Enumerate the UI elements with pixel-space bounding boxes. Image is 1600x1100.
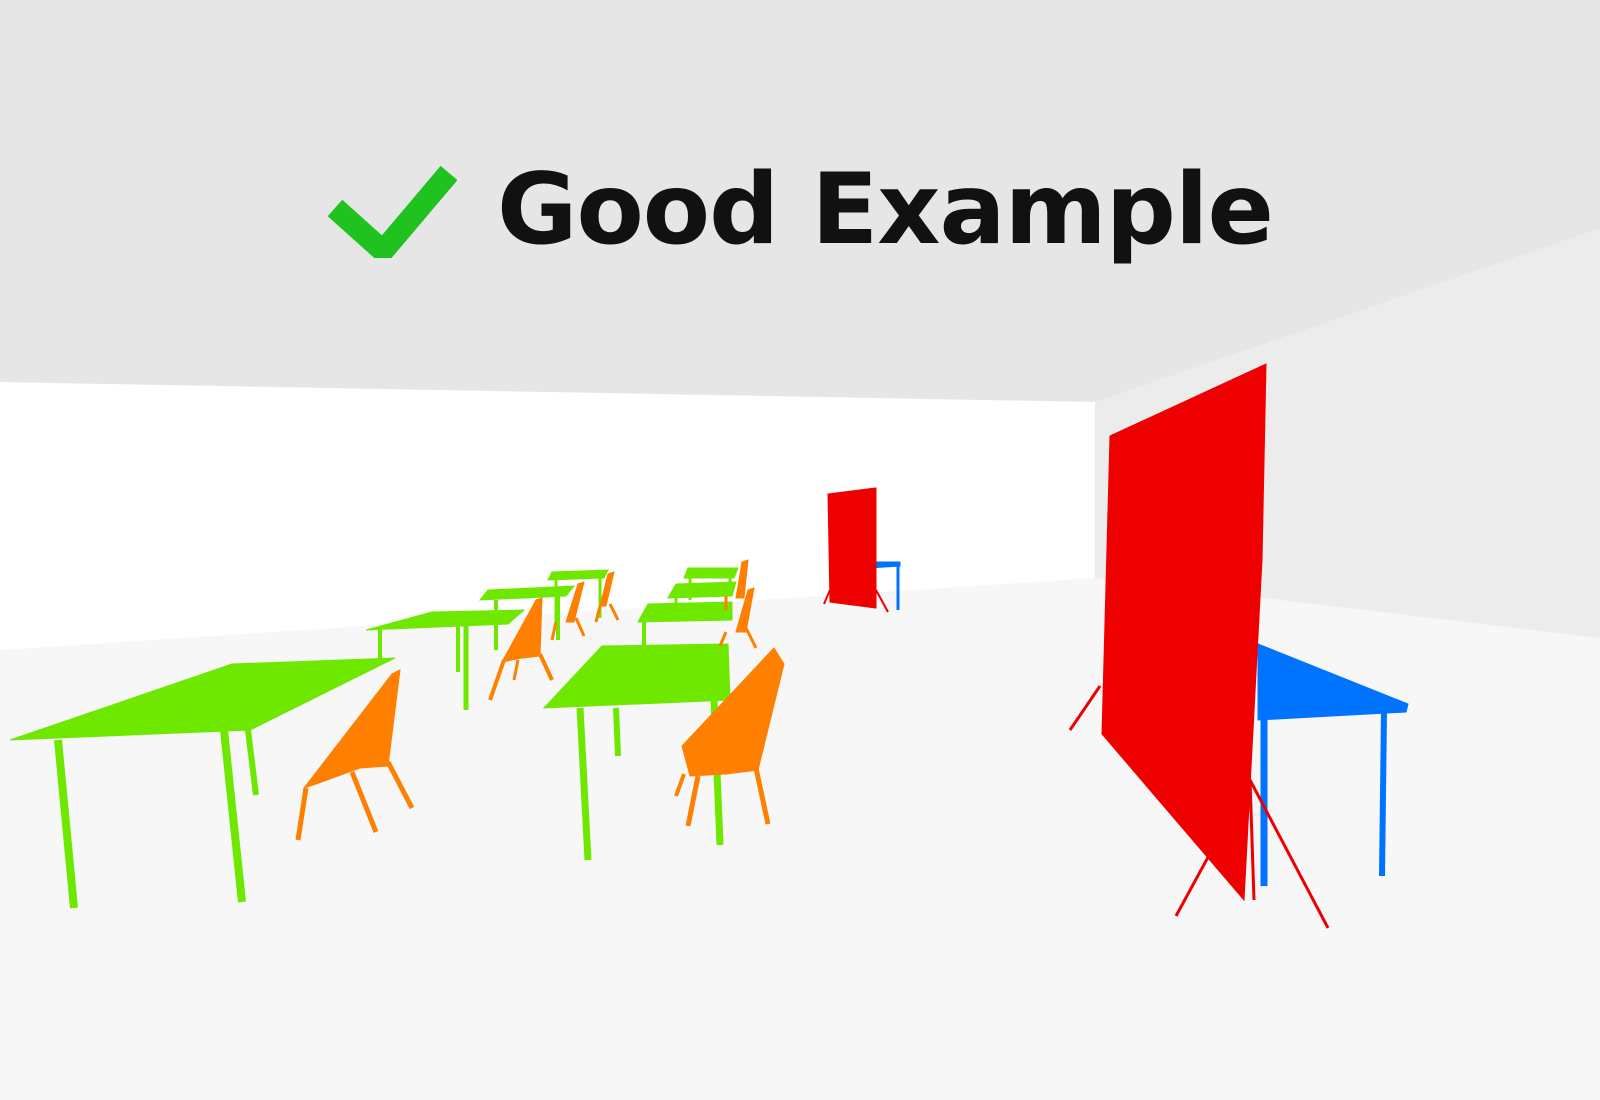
floor — [0, 578, 1600, 1100]
header: Good Example — [0, 150, 1600, 270]
checkmark-icon — [327, 165, 457, 258]
page-title: Good Example — [497, 153, 1274, 267]
